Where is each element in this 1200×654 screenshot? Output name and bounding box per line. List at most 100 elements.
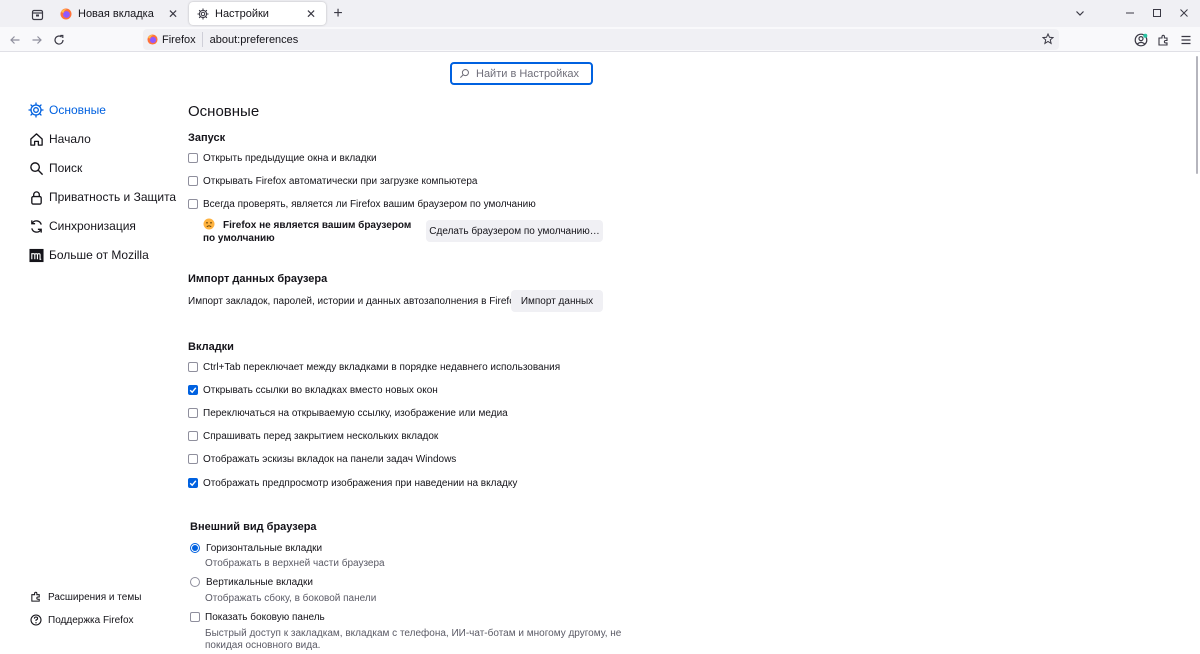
checkbox-checked[interactable] <box>188 385 198 395</box>
hamburger-menu-icon <box>1181 35 1191 45</box>
sidebar-description-line2: покидая основного вида. <box>205 640 321 651</box>
checkbox[interactable] <box>188 362 198 372</box>
checkbox[interactable] <box>188 431 198 441</box>
gear-icon <box>197 7 209 20</box>
tab-hover-preview-checkbox[interactable]: Отображать предпросмотр изображения при … <box>188 475 517 491</box>
lock-icon <box>28 189 44 205</box>
not-default-text: Firefox не является вашим браузером по у… <box>203 220 412 244</box>
ctrl-tab-checkbox[interactable]: Ctrl+Tab переключает между вкладками в п… <box>188 359 560 375</box>
vertical-tabs-radio[interactable]: Вертикальные вкладки <box>190 574 313 590</box>
startup-heading: Запуск <box>188 132 226 144</box>
show-sidebar-checkbox[interactable]: Показать боковую панель <box>190 609 325 625</box>
switch-to-opened-tab-checkbox[interactable]: Переключаться на открываемую ссылку, изо… <box>188 405 508 421</box>
maximize-button[interactable] <box>1147 4 1167 22</box>
checkbox[interactable] <box>188 408 198 418</box>
firefox-icon <box>60 8 72 20</box>
reload-icon <box>54 34 64 45</box>
navigation-toolbar: Firefox about:preferences <box>0 27 1200 52</box>
close-icon[interactable]: ✕ <box>166 7 180 21</box>
firefox-view-button[interactable] <box>28 5 46 23</box>
checkbox[interactable] <box>188 454 198 464</box>
category-label: Основные <box>49 103 106 117</box>
import-heading: Импорт данных браузера <box>188 273 328 285</box>
category-general[interactable]: Основные <box>28 100 106 120</box>
always-check-default-checkbox[interactable]: Всегда проверять, является ли Firefox ва… <box>188 196 536 212</box>
checkbox-label: Отображать эскизы вкладок на панели зада… <box>203 453 457 465</box>
checkbox[interactable] <box>188 153 198 163</box>
checkbox-checked[interactable] <box>188 478 198 488</box>
radio[interactable] <box>190 577 200 587</box>
close-window-button[interactable] <box>1174 4 1194 22</box>
checkbox[interactable] <box>190 612 200 622</box>
category-label: Приватность и Защита <box>49 190 177 204</box>
tab-list-button[interactable] <box>1070 4 1090 22</box>
extensions-button[interactable] <box>1154 31 1172 49</box>
not-default-notice: Firefox не является вашим браузером по у… <box>203 218 413 245</box>
vertical-tabs-description: Отображать сбоку, в боковой панели <box>205 593 377 604</box>
search-icon <box>28 160 44 176</box>
warn-on-close-checkbox[interactable]: Спрашивать перед закрытием нескольких вк… <box>188 428 438 444</box>
page-title: Основные <box>188 103 260 120</box>
sidebar-description-line1: Быстрый доступ к закладкам, вкладкам с т… <box>205 628 622 639</box>
launch-on-login-checkbox[interactable]: Открывать Firefox автоматически при загр… <box>188 173 478 189</box>
help-icon <box>30 614 42 626</box>
close-icon <box>1180 9 1188 17</box>
checkbox-label: Всегда проверять, является ли Firefox ва… <box>203 198 536 210</box>
addons-link[interactable]: Расширения и темы <box>30 589 141 605</box>
category-more-from-mozilla[interactable]: Больше от Mozilla <box>28 245 149 265</box>
tabs-heading: Вкладки <box>188 341 234 353</box>
settings-search-box[interactable] <box>450 62 593 85</box>
taskbar-previews-checkbox[interactable]: Отображать эскизы вкладок на панели зада… <box>188 451 456 467</box>
firefox-icon <box>147 34 158 45</box>
category-home[interactable]: Начало <box>28 129 91 149</box>
radio-label: Горизонтальные вкладки <box>206 542 323 554</box>
scrollbar-thumb[interactable] <box>1196 56 1198 174</box>
maximize-icon <box>1153 9 1161 17</box>
checkmark-icon <box>189 480 197 487</box>
checkbox-label: Спрашивать перед закрытием нескольких вк… <box>203 430 439 442</box>
import-data-button[interactable]: Импорт данных <box>511 290 603 312</box>
back-button[interactable] <box>6 31 24 49</box>
category-label: Больше от Mozilla <box>49 248 149 262</box>
arrow-right-icon <box>32 36 42 44</box>
radio-selected[interactable] <box>190 543 200 553</box>
app-menu-button[interactable] <box>1177 31 1195 49</box>
arrow-left-icon <box>10 36 20 44</box>
radio-label: Вертикальные вкладки <box>206 576 313 588</box>
url-text[interactable]: about:preferences <box>203 34 299 46</box>
appearance-heading: Внешний вид браузера <box>190 521 317 533</box>
checkmark-icon <box>189 387 197 394</box>
scrollbar[interactable] <box>1194 52 1200 654</box>
identity-box[interactable]: Firefox <box>143 32 203 47</box>
horizontal-tabs-radio[interactable]: Горизонтальные вкладки <box>190 540 322 556</box>
make-default-button[interactable]: Сделать браузером по умолчанию… <box>426 220 603 242</box>
bookmark-star-icon[interactable] <box>1041 32 1055 46</box>
checkbox-label: Показать боковую панель <box>205 611 325 623</box>
plus-icon: + <box>333 5 343 22</box>
restore-session-checkbox[interactable]: Открыть предыдущие окна и вкладки <box>188 150 377 166</box>
category-sync[interactable]: Синхронизация <box>28 216 136 236</box>
url-bar[interactable]: Firefox about:preferences <box>143 29 1059 50</box>
tab-settings[interactable]: Настройки ✕ <box>189 2 326 25</box>
chevron-down-icon <box>1076 11 1084 16</box>
forward-button[interactable] <box>28 31 46 49</box>
checkbox-label: Открыть предыдущие окна и вкладки <box>203 152 377 164</box>
category-search[interactable]: Поиск <box>28 158 82 178</box>
settings-search-input[interactable] <box>476 67 586 80</box>
tab-strip: Новая вкладка ✕ Настройки ✕ + <box>0 0 1200 27</box>
support-link[interactable]: Поддержка Firefox <box>30 612 134 628</box>
account-button[interactable] <box>1132 31 1150 49</box>
tab-new-tab[interactable]: Новая вкладка ✕ <box>52 2 188 25</box>
firefox-view-icon <box>31 9 43 20</box>
checkbox[interactable] <box>188 176 198 186</box>
minimize-button[interactable] <box>1120 4 1140 22</box>
new-tab-button[interactable]: + <box>329 5 347 23</box>
category-privacy[interactable]: Приватность и Защита <box>28 187 176 207</box>
support-link-label: Поддержка Firefox <box>48 614 134 626</box>
reload-button[interactable] <box>50 31 68 49</box>
open-links-in-tabs-checkbox[interactable]: Открывать ссылки во вкладках вместо новы… <box>188 382 438 398</box>
close-icon[interactable]: ✕ <box>304 7 318 21</box>
sad-face-icon <box>203 218 215 230</box>
category-label: Синхронизация <box>49 219 136 233</box>
checkbox[interactable] <box>188 199 198 209</box>
